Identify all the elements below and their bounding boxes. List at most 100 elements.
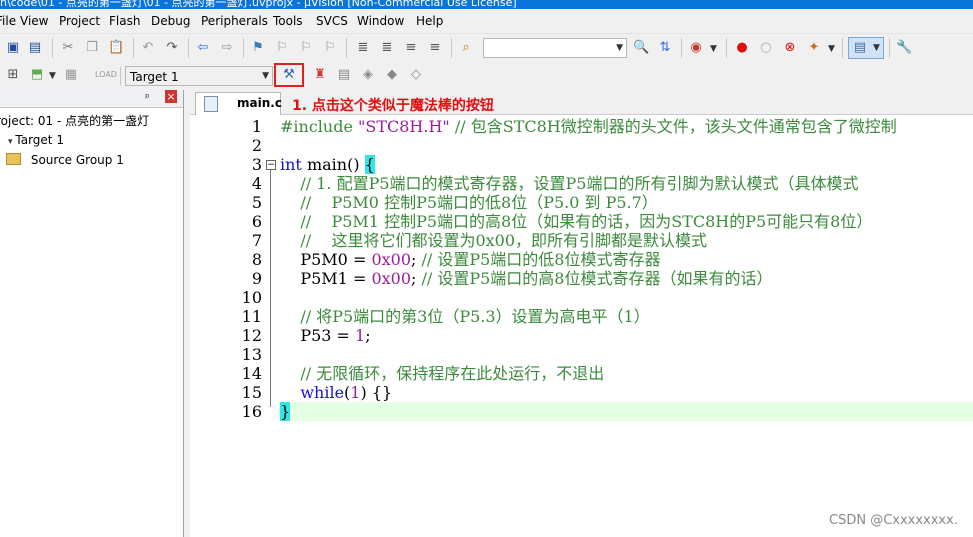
build-icon[interactable]: ⬒ — [29, 67, 45, 83]
line-number: 9 — [251, 269, 262, 288]
code-line: // 将P5端口的第3位（P5.3）设置为高电平（1） — [300, 307, 650, 326]
tree-target-label: Target 1 — [15, 133, 64, 147]
magic-wand-icon[interactable]: ⚒ — [281, 67, 297, 83]
cut-icon[interactable]: ✂ — [60, 40, 76, 56]
code-line: // 1. 配置P5端口的模式寄存器，设置P5端口的所有引脚为默认模式（具体模式 — [300, 174, 859, 193]
editor-tab-bar: main.c 1. 点击这个类似于魔法棒的按钮 — [190, 90, 973, 115]
project-panel: ᵖ × roject: 01 - 点亮的第一盏灯 ▾ Target 1 Sour… — [0, 90, 184, 537]
line-number: 6 — [251, 212, 262, 231]
chevron-down-icon: ▼ — [873, 43, 880, 53]
line-number: 1 — [251, 117, 262, 136]
code-line: P5M1 = 0x00; // 设置P5端口的高8位模式寄存器（如果有的话） — [280, 269, 773, 288]
tab-main-c[interactable]: main.c — [195, 92, 282, 115]
manage-components-icon[interactable]: ◈ — [360, 67, 376, 83]
fold-collapse-icon[interactable]: − — [266, 160, 276, 170]
line-number: 15 — [241, 383, 262, 402]
line-number: 11 — [241, 307, 262, 326]
target-select[interactable]: ▼ — [125, 66, 273, 86]
menu-debug[interactable]: Debug — [151, 14, 190, 28]
code-line: // 这里将它们都设置为0x00，即所有引脚都是默认模式 — [300, 231, 708, 250]
undo-icon[interactable]: ↶ — [140, 40, 156, 56]
annotation-text: 1. 点击这个类似于魔法棒的按钮 — [292, 98, 494, 114]
save-all-icon[interactable]: ▤ — [27, 40, 43, 56]
manage-multi-project-icon[interactable]: ▤ — [336, 67, 352, 83]
menu-tools[interactable]: Tools — [273, 14, 303, 28]
manage-project-items-icon[interactable]: ♜ — [312, 67, 328, 83]
translate-icon[interactable]: ⊞ — [5, 67, 21, 83]
line-number: 7 — [251, 231, 262, 250]
menu-peripherals[interactable]: Peripherals — [201, 14, 268, 28]
save-icon[interactable]: ▣ — [5, 40, 21, 56]
tab-label: main.c — [237, 96, 282, 110]
code-editor[interactable]: 1 2 3 4 5 6 7 8 9 10 11 12 13 14 15 16 −… — [190, 115, 973, 537]
code-line: // 无限循环，保持程序在此处运行，不退出 — [300, 364, 605, 383]
next-bookmark-icon[interactable]: ⚐ — [298, 40, 314, 56]
tree-source-group[interactable]: Source Group 1 — [6, 153, 124, 167]
options-for-target-highlight: ⚒ — [274, 63, 304, 87]
line-number: 5 — [251, 193, 262, 212]
enable-breakpoints-icon[interactable]: ✦ — [806, 40, 822, 56]
build-toolbar: ⊞ ⬒ ▼ ▦ LOAD Target 1 ▼ ⚒ ♜ ▤ ◈ ◆ ◇ — [0, 62, 973, 90]
find-in-files-icon[interactable]: ⌕ — [458, 40, 474, 56]
bookmark-icon[interactable]: ⚑ — [250, 40, 266, 56]
chevron-down-icon: ▼ — [262, 71, 269, 81]
comment-icon[interactable]: ≡ — [403, 40, 419, 56]
rebuild-icon[interactable]: ▦ — [63, 67, 79, 83]
line-number: 16 — [241, 402, 262, 421]
file-icon — [204, 96, 218, 112]
line-number: 12 — [241, 326, 262, 345]
chevron-down-icon[interactable]: ▼ — [710, 44, 717, 54]
download-icon[interactable]: LOAD — [95, 67, 117, 83]
line-number: 8 — [251, 250, 262, 269]
debug-session-icon[interactable]: ◉ — [688, 40, 704, 56]
code-line: } — [280, 402, 291, 421]
incremental-find-icon[interactable]: 🔍 — [633, 40, 649, 56]
file-toolbar: ▣ ▤ ✂ ❐ 📋 ↶ ↷ ⇦ ⇨ ⚑ ⚐ ⚐ ⚐ ≣ ≣ ≡ ≡ ⌕ ▼ 🔍 … — [0, 33, 973, 62]
menu-project[interactable]: Project — [59, 14, 100, 28]
line-number: 2 — [251, 136, 262, 155]
tree-source-group-label: Source Group 1 — [30, 153, 124, 167]
tree-project-root[interactable]: roject: 01 - 点亮的第一盏灯 — [0, 112, 149, 129]
configure-icon[interactable]: 🔧 — [896, 40, 912, 56]
select-packs-icon[interactable]: ◆ — [384, 67, 400, 83]
menu-window[interactable]: Window — [357, 14, 404, 28]
breakpoint-icon[interactable]: ● — [734, 40, 750, 56]
indent-icon[interactable]: ≣ — [355, 40, 371, 56]
redo-icon[interactable]: ↷ — [164, 40, 180, 56]
menu-svcs[interactable]: SVCS — [316, 14, 348, 28]
uncomment-icon[interactable]: ≡ — [427, 40, 443, 56]
pin-icon[interactable]: ᵖ — [145, 91, 150, 104]
window-title-bar: n\code\01 - 点亮的第一盏灯\01 - 点亮的第一盏灯.uvprojx… — [0, 0, 973, 9]
menu-help[interactable]: Help — [416, 14, 443, 28]
unindent-icon[interactable]: ≣ — [379, 40, 395, 56]
chevron-down-icon[interactable]: ▼ — [49, 71, 56, 81]
find-replace-icon[interactable]: ⇅ — [657, 40, 673, 56]
code-line: #include "STC8H.H" // 包含STC8H微控制器的头文件，该头… — [280, 117, 897, 136]
close-icon[interactable]: × — [165, 90, 177, 103]
menu-flash[interactable]: Flash — [109, 14, 140, 28]
navigate-back-icon[interactable]: ⇦ — [195, 40, 211, 56]
code-line: // P5M0 控制P5端口的低8位（P5.0 到 P5.7） — [300, 193, 658, 212]
pack-installer-icon[interactable]: ◇ — [408, 67, 424, 83]
menu-bar: File View Project Flash Debug Peripheral… — [0, 9, 973, 33]
menu-file[interactable]: File — [0, 14, 16, 28]
copy-icon[interactable]: ❐ — [84, 40, 100, 56]
tree-target[interactable]: ▾ Target 1 — [8, 133, 64, 147]
menu-view[interactable]: View — [20, 14, 48, 28]
paste-icon[interactable]: 📋 — [108, 40, 124, 56]
project-panel-header: ᵖ × — [0, 90, 183, 108]
window-layout-button[interactable]: ▤ ▼ — [848, 37, 884, 59]
clear-bookmarks-icon[interactable]: ⚐ — [322, 40, 338, 56]
find-combo[interactable]: ▼ — [483, 38, 627, 58]
code-line: while(1) {} — [300, 383, 393, 402]
code-line: P53 = 1; — [280, 326, 371, 345]
chevron-down-icon: ▼ — [616, 43, 623, 53]
line-number: 10 — [241, 288, 262, 307]
chevron-down-icon[interactable]: ▼ — [828, 44, 835, 54]
kill-breakpoints-icon[interactable]: ⊗ — [782, 40, 798, 56]
disable-breakpoint-icon[interactable]: ○ — [758, 40, 774, 56]
prev-bookmark-icon[interactable]: ⚐ — [274, 40, 290, 56]
code-line: // P5M1 控制P5端口的高8位（如果有的话，因为STC8H的P5可能只有8… — [300, 212, 873, 231]
line-number: 4 — [251, 174, 262, 193]
navigate-forward-icon[interactable]: ⇨ — [219, 40, 235, 56]
